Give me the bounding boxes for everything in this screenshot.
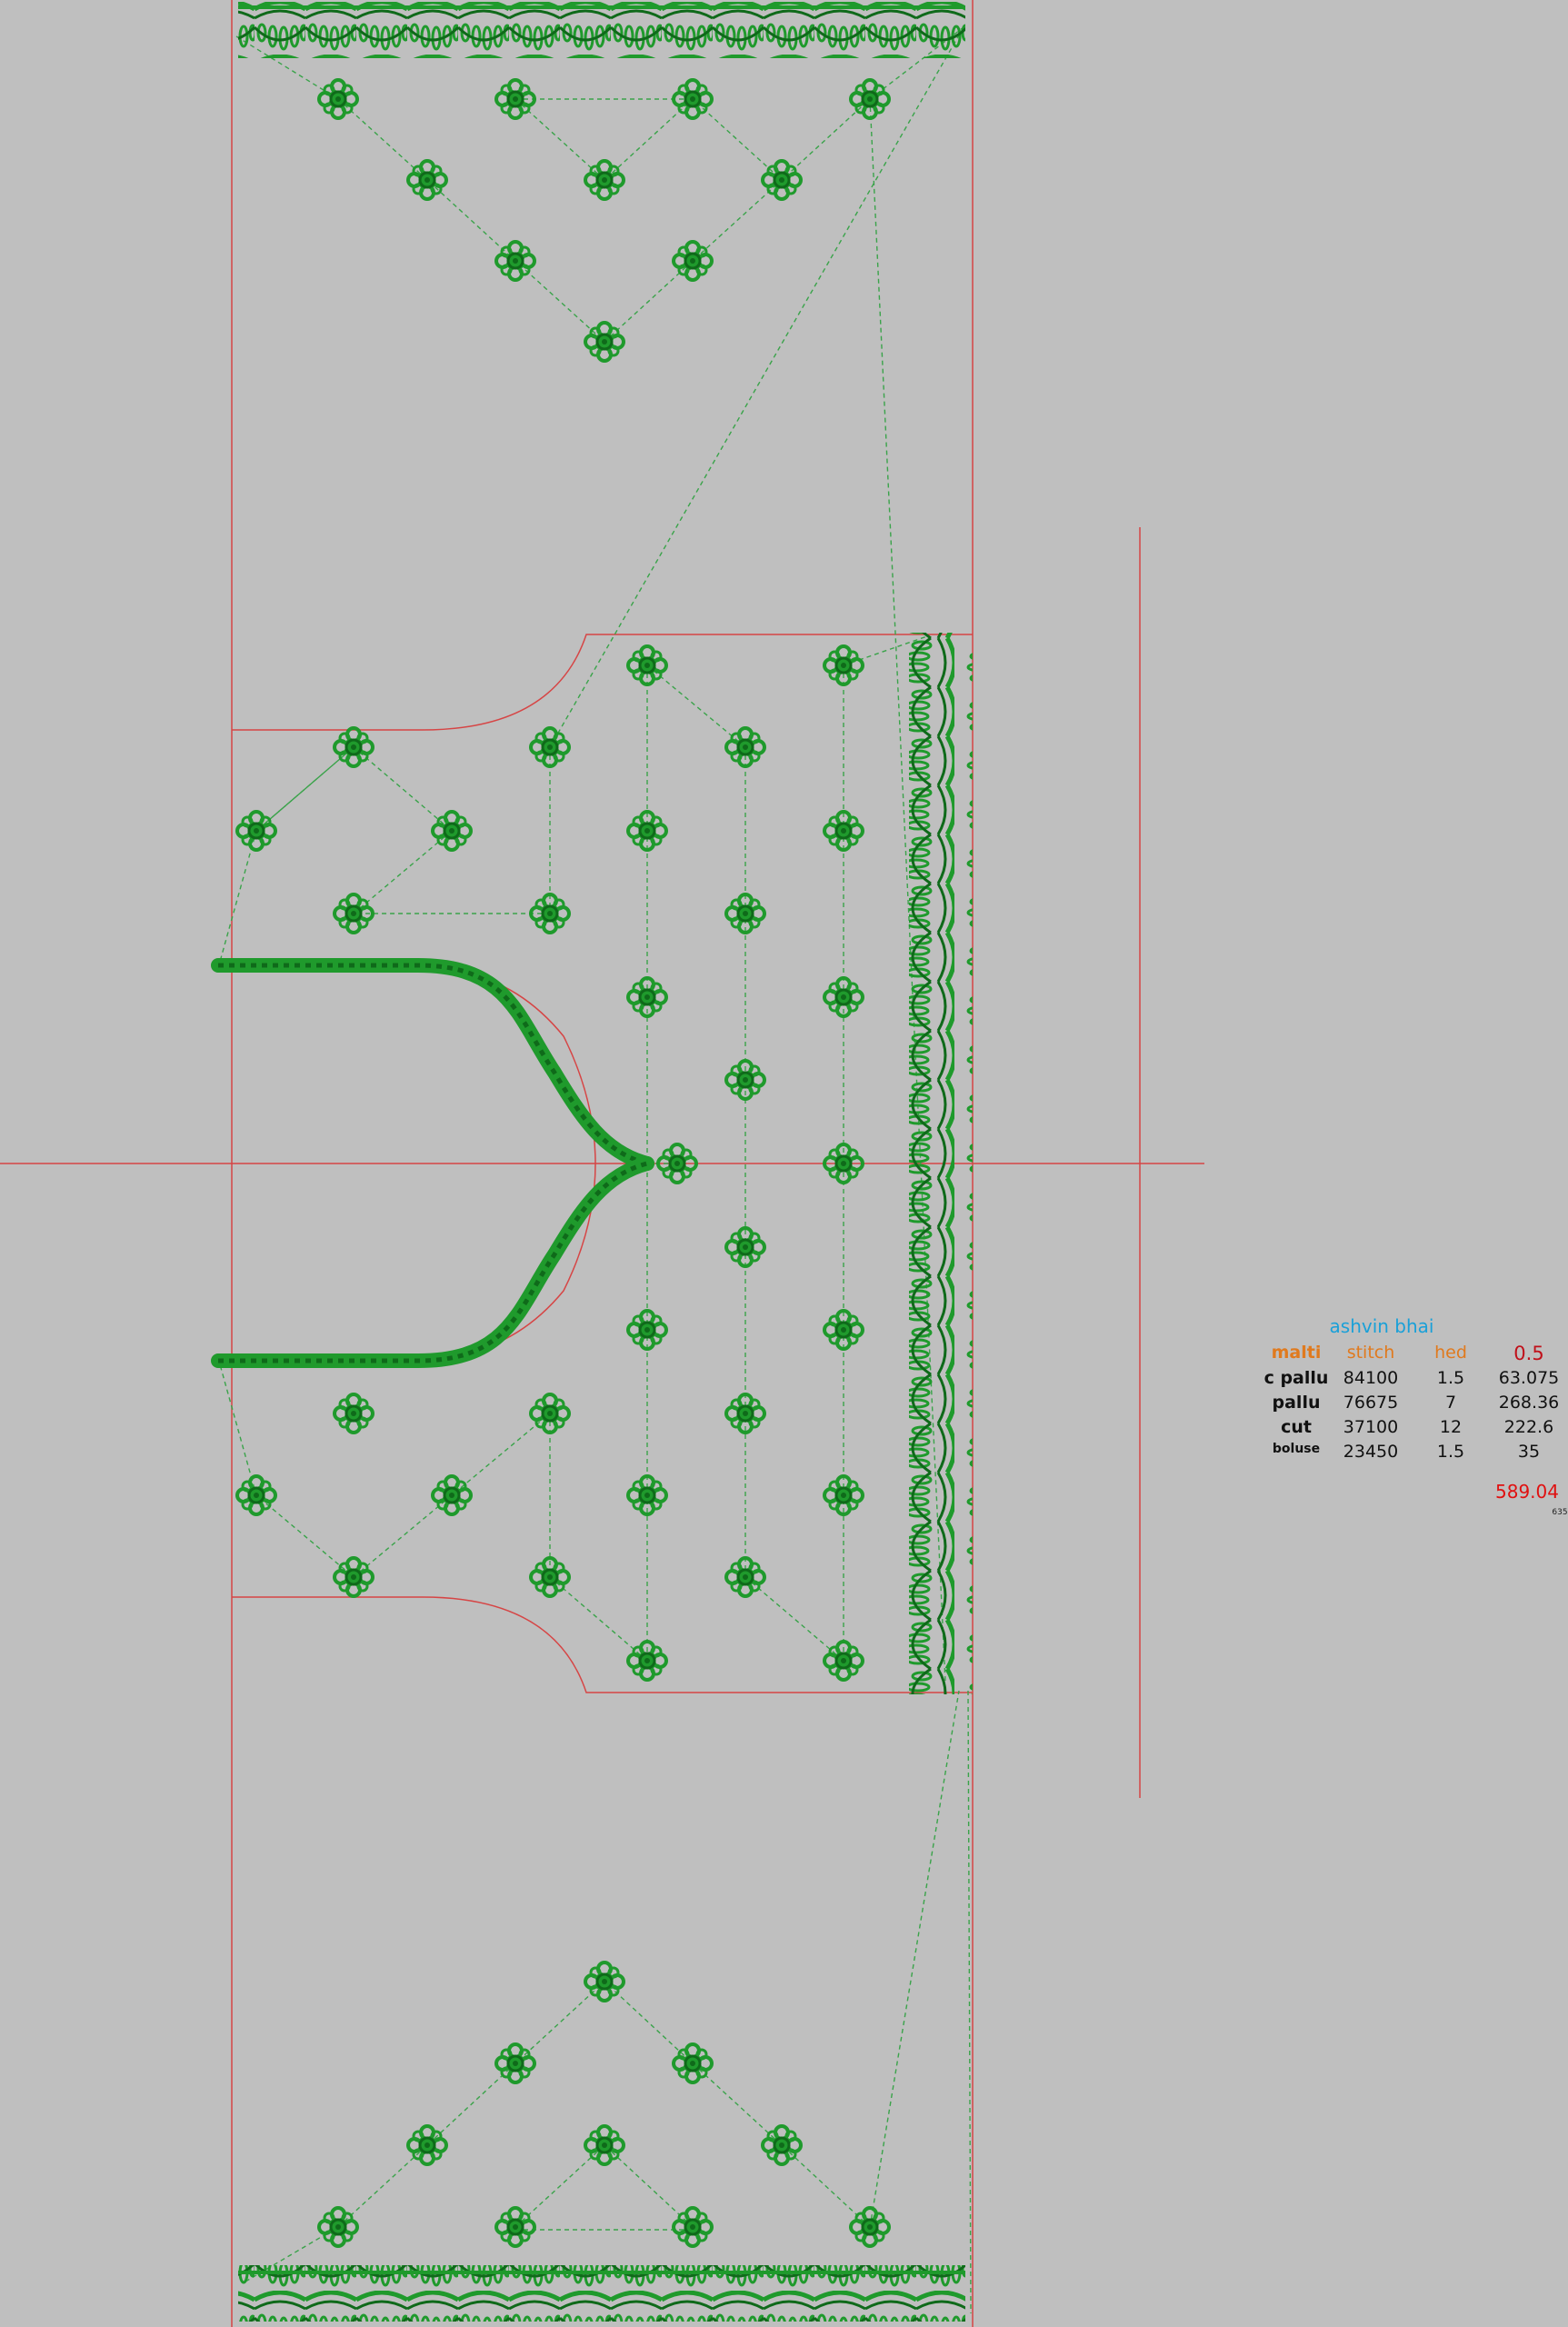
flower-motif-icon	[849, 78, 891, 120]
header-rate: 0.5	[1513, 1343, 1544, 1364]
table-row: c pallu 84100 1.5 63.075	[0, 1368, 1568, 1392]
flower-motif-icon	[672, 2206, 714, 2248]
row-value: 35	[1517, 1442, 1541, 1462]
row-stitch: 23450	[1343, 1442, 1399, 1462]
row-name: cut	[1281, 1417, 1312, 1437]
flower-motif-icon	[823, 644, 864, 686]
flower-motif-icon	[406, 159, 448, 201]
row-stitch: 37100	[1343, 1417, 1399, 1437]
header-head: hed	[1434, 1343, 1467, 1363]
row-head: 7	[1444, 1393, 1457, 1413]
row-name: c pallu	[1263, 1368, 1329, 1388]
scallop-border-bottom	[238, 2265, 965, 2322]
flower-motif-icon	[317, 78, 359, 120]
row-head: 1.5	[1436, 1442, 1465, 1462]
flower-motif-icon	[672, 240, 714, 282]
flower-motif-icon	[724, 1556, 766, 1598]
row-value: 222.6	[1503, 1417, 1554, 1437]
flower-motif-icon	[823, 810, 864, 852]
flower-motif-icon	[406, 2124, 448, 2166]
flower-motif-icon	[584, 1961, 625, 2002]
embroidery-design-canvas	[0, 0, 1204, 2327]
customer-name: ashvin bhai	[1329, 1315, 1434, 1337]
total-amount: 589.04	[1495, 1481, 1559, 1503]
flower-motif-icon	[494, 2206, 536, 2248]
row-stitch: 84100	[1343, 1368, 1399, 1388]
flower-motif-icon	[584, 159, 625, 201]
flower-motif-icon	[529, 726, 571, 768]
flower-motif-icon	[333, 1556, 375, 1598]
flower-motif-icon	[431, 1474, 473, 1516]
flower-motif-icon	[626, 810, 668, 852]
flower-motif-icon	[672, 2042, 714, 2084]
flower-motif-icon	[317, 2206, 359, 2248]
flower-motif-icon	[494, 78, 536, 120]
flower-motif-icon	[626, 644, 668, 686]
header-stitch: stitch	[1346, 1343, 1395, 1363]
scallop-border-side	[909, 633, 973, 1694]
flower-motif-icon	[584, 2124, 625, 2166]
flower-motif-icon	[761, 2124, 803, 2166]
flower-motif-icon	[849, 2206, 891, 2248]
row-value: 268.36	[1498, 1393, 1560, 1413]
flower-motif-icon	[494, 2042, 536, 2084]
flower-motif-icon	[235, 1474, 277, 1516]
flower-motif-icon	[333, 726, 375, 768]
row-head: 12	[1439, 1417, 1463, 1437]
header-name: malti	[1271, 1343, 1322, 1363]
table-row: cut 37100 12 222.6	[0, 1417, 1568, 1441]
scallop-border-top	[238, 2, 965, 58]
flower-motif-icon	[431, 810, 473, 852]
small-note: 635	[1552, 1508, 1568, 1517]
flower-motif-icon	[724, 726, 766, 768]
row-name: boluse	[1272, 1442, 1321, 1456]
flower-motif-icon	[529, 893, 571, 934]
flower-motif-icon	[235, 810, 277, 852]
row-head: 1.5	[1436, 1368, 1465, 1388]
header-row: malti stitch hed 0.5	[0, 1343, 1568, 1366]
row-stitch: 76675	[1343, 1393, 1399, 1413]
flower-motif-icon	[761, 159, 803, 201]
row-name: pallu	[1272, 1393, 1321, 1413]
row-value: 63.075	[1498, 1368, 1560, 1388]
flower-motif-icon	[584, 321, 625, 363]
flower-motif-icon	[494, 240, 536, 282]
table-row: pallu 76675 7 268.36	[0, 1393, 1568, 1416]
flower-motif-icon	[724, 893, 766, 934]
table-row: boluse 23450 1.5 35	[0, 1442, 1568, 1465]
